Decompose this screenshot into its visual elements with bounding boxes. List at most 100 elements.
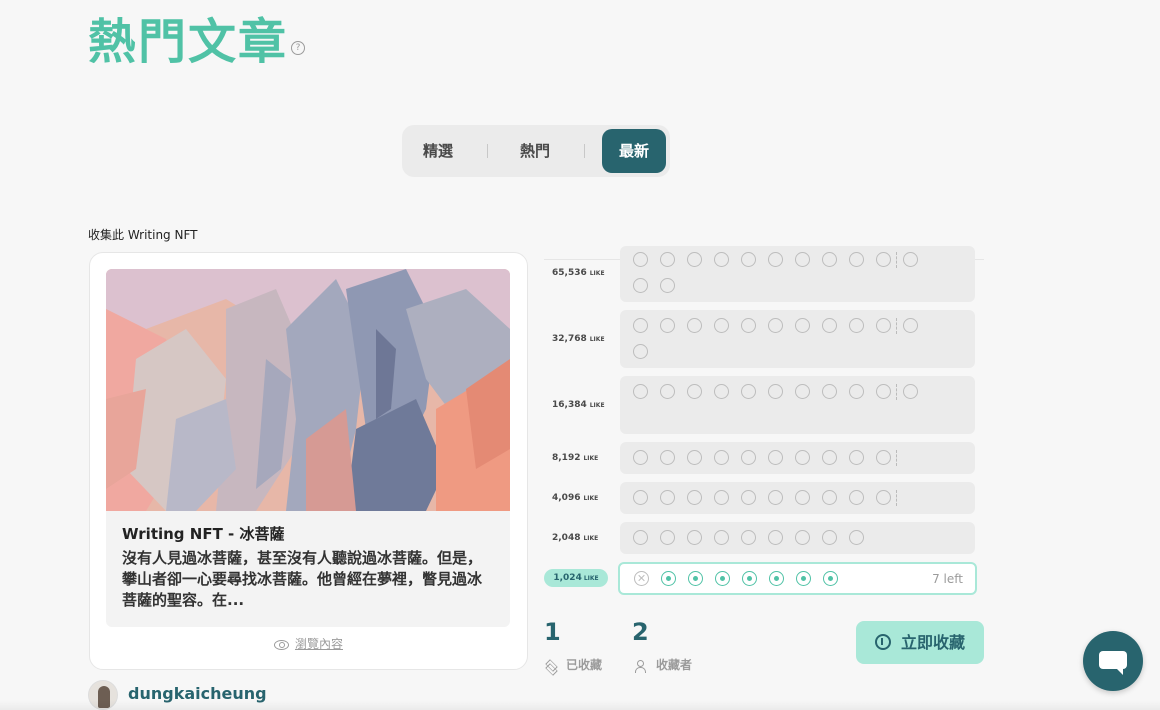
slot-dot bbox=[660, 252, 675, 267]
tier-row[interactable] bbox=[620, 522, 975, 554]
slot-dot bbox=[741, 450, 756, 465]
collected-count: 1 bbox=[544, 618, 561, 646]
slot-dot bbox=[714, 252, 729, 267]
tier-unit: LIKE bbox=[583, 495, 599, 502]
active-tier-price-label: 1,024 LIKE bbox=[544, 569, 608, 587]
remaining-count: 7 left bbox=[932, 572, 963, 586]
tier-row[interactable] bbox=[620, 246, 975, 302]
slot-dot bbox=[633, 384, 648, 399]
tier-row[interactable] bbox=[620, 442, 975, 474]
available-slot-icon[interactable] bbox=[769, 571, 784, 586]
chat-button[interactable] bbox=[1083, 631, 1143, 691]
help-icon[interactable]: ? bbox=[291, 41, 305, 55]
slot-dot bbox=[903, 252, 918, 267]
slot-dot bbox=[876, 384, 891, 399]
slot-dot bbox=[768, 384, 783, 399]
available-slot-icon[interactable] bbox=[661, 571, 676, 586]
tab-latest[interactable]: 最新 bbox=[602, 129, 666, 173]
slot-dot bbox=[903, 318, 918, 333]
slot-dot bbox=[633, 252, 648, 267]
tier-price: 8,192 bbox=[552, 453, 581, 463]
slot-dot bbox=[714, 530, 729, 545]
info-icon bbox=[874, 633, 891, 650]
tier-price: 32,768 bbox=[552, 334, 587, 344]
slot-dot bbox=[687, 384, 702, 399]
layers-icon bbox=[544, 660, 558, 672]
slot-dot bbox=[849, 490, 864, 505]
slot-dot bbox=[687, 490, 702, 505]
nft-card-body: Writing NFT - 冰菩薩 沒有人見過冰菩薩，甚至沒有人聽說過冰菩薩。但… bbox=[106, 511, 510, 627]
slot-dot bbox=[903, 384, 918, 399]
slot-dot bbox=[687, 530, 702, 545]
slot-dot bbox=[822, 530, 837, 545]
collectors-label: 收藏者 bbox=[656, 658, 693, 672]
slot-dot bbox=[660, 384, 675, 399]
tier-price-label: 2,048 LIKE bbox=[552, 533, 612, 543]
slot-dot bbox=[633, 344, 648, 359]
slot-dot bbox=[660, 490, 675, 505]
available-slot-icon[interactable] bbox=[742, 571, 757, 586]
tier-row[interactable] bbox=[620, 482, 975, 514]
slot-dot bbox=[768, 530, 783, 545]
collect-nft-label: 收集此 Writing NFT bbox=[88, 228, 198, 242]
slot-dot bbox=[687, 450, 702, 465]
tier-divider bbox=[896, 490, 897, 506]
tier-price: 16,384 bbox=[552, 400, 587, 410]
tab-divider bbox=[584, 144, 585, 158]
slot-dot bbox=[768, 490, 783, 505]
slot-dot bbox=[822, 318, 837, 333]
slot-dot bbox=[822, 490, 837, 505]
tier-price: 2,048 bbox=[552, 533, 581, 543]
slot-dot bbox=[714, 318, 729, 333]
slot-dot bbox=[795, 450, 810, 465]
slot-dot bbox=[768, 318, 783, 333]
tier-row[interactable] bbox=[620, 376, 975, 434]
available-slot-icon[interactable] bbox=[823, 571, 838, 586]
page-title: 熱門文章 bbox=[88, 14, 289, 70]
slot-dot bbox=[633, 530, 648, 545]
slot-dot bbox=[822, 384, 837, 399]
tab-popular[interactable]: 熱門 bbox=[503, 129, 567, 173]
slot-dot bbox=[741, 530, 756, 545]
slot-dot bbox=[741, 252, 756, 267]
collected-stat: 已收藏 bbox=[544, 656, 602, 673]
available-slot-icon[interactable] bbox=[796, 571, 811, 586]
slot-dot bbox=[849, 450, 864, 465]
nft-cover-image[interactable] bbox=[106, 269, 510, 511]
slot-dot bbox=[795, 318, 810, 333]
tab-featured[interactable]: 精選 bbox=[406, 129, 470, 173]
slot-dot bbox=[768, 252, 783, 267]
nft-card[interactable]: Writing NFT - 冰菩薩 沒有人見過冰菩薩，甚至沒有人聽說過冰菩薩。但… bbox=[89, 252, 528, 670]
slot-dot bbox=[633, 278, 648, 293]
slot-dot bbox=[822, 252, 837, 267]
tier-price-label: 32,768 LIKE bbox=[552, 334, 612, 344]
available-slot-icon[interactable] bbox=[688, 571, 703, 586]
tier-row[interactable] bbox=[620, 310, 975, 368]
slot-dot bbox=[876, 318, 891, 333]
tier-divider bbox=[896, 450, 897, 466]
collect-now-button[interactable]: 立即收藏 bbox=[856, 621, 984, 664]
slot-dot bbox=[849, 318, 864, 333]
tier-divider bbox=[896, 384, 897, 400]
tier-divider bbox=[896, 318, 897, 334]
active-tier-price: 1,024 bbox=[553, 573, 582, 583]
user-icon bbox=[634, 659, 646, 673]
slot-dot bbox=[687, 252, 702, 267]
slot-dot bbox=[660, 278, 675, 293]
slot-dot bbox=[795, 384, 810, 399]
tier-price-label: 8,192 LIKE bbox=[552, 453, 612, 463]
slot-dot bbox=[876, 450, 891, 465]
active-tier-row[interactable]: 7 left bbox=[618, 562, 977, 595]
collect-now-label: 立即收藏 bbox=[900, 633, 965, 652]
tab-bar: 精選 熱門 最新 bbox=[402, 125, 670, 177]
tier-price: 4,096 bbox=[552, 493, 581, 503]
tier-price-label: 4,096 LIKE bbox=[552, 493, 612, 503]
slot-dot bbox=[741, 384, 756, 399]
preview-content-link[interactable]: 瀏覽內容 bbox=[90, 635, 527, 652]
slot-dot bbox=[849, 384, 864, 399]
tier-unit: LIKE bbox=[589, 336, 605, 343]
slot-dot bbox=[876, 490, 891, 505]
collectors-count: 2 bbox=[632, 618, 649, 646]
tier-unit: LIKE bbox=[583, 455, 599, 462]
available-slot-icon[interactable] bbox=[715, 571, 730, 586]
